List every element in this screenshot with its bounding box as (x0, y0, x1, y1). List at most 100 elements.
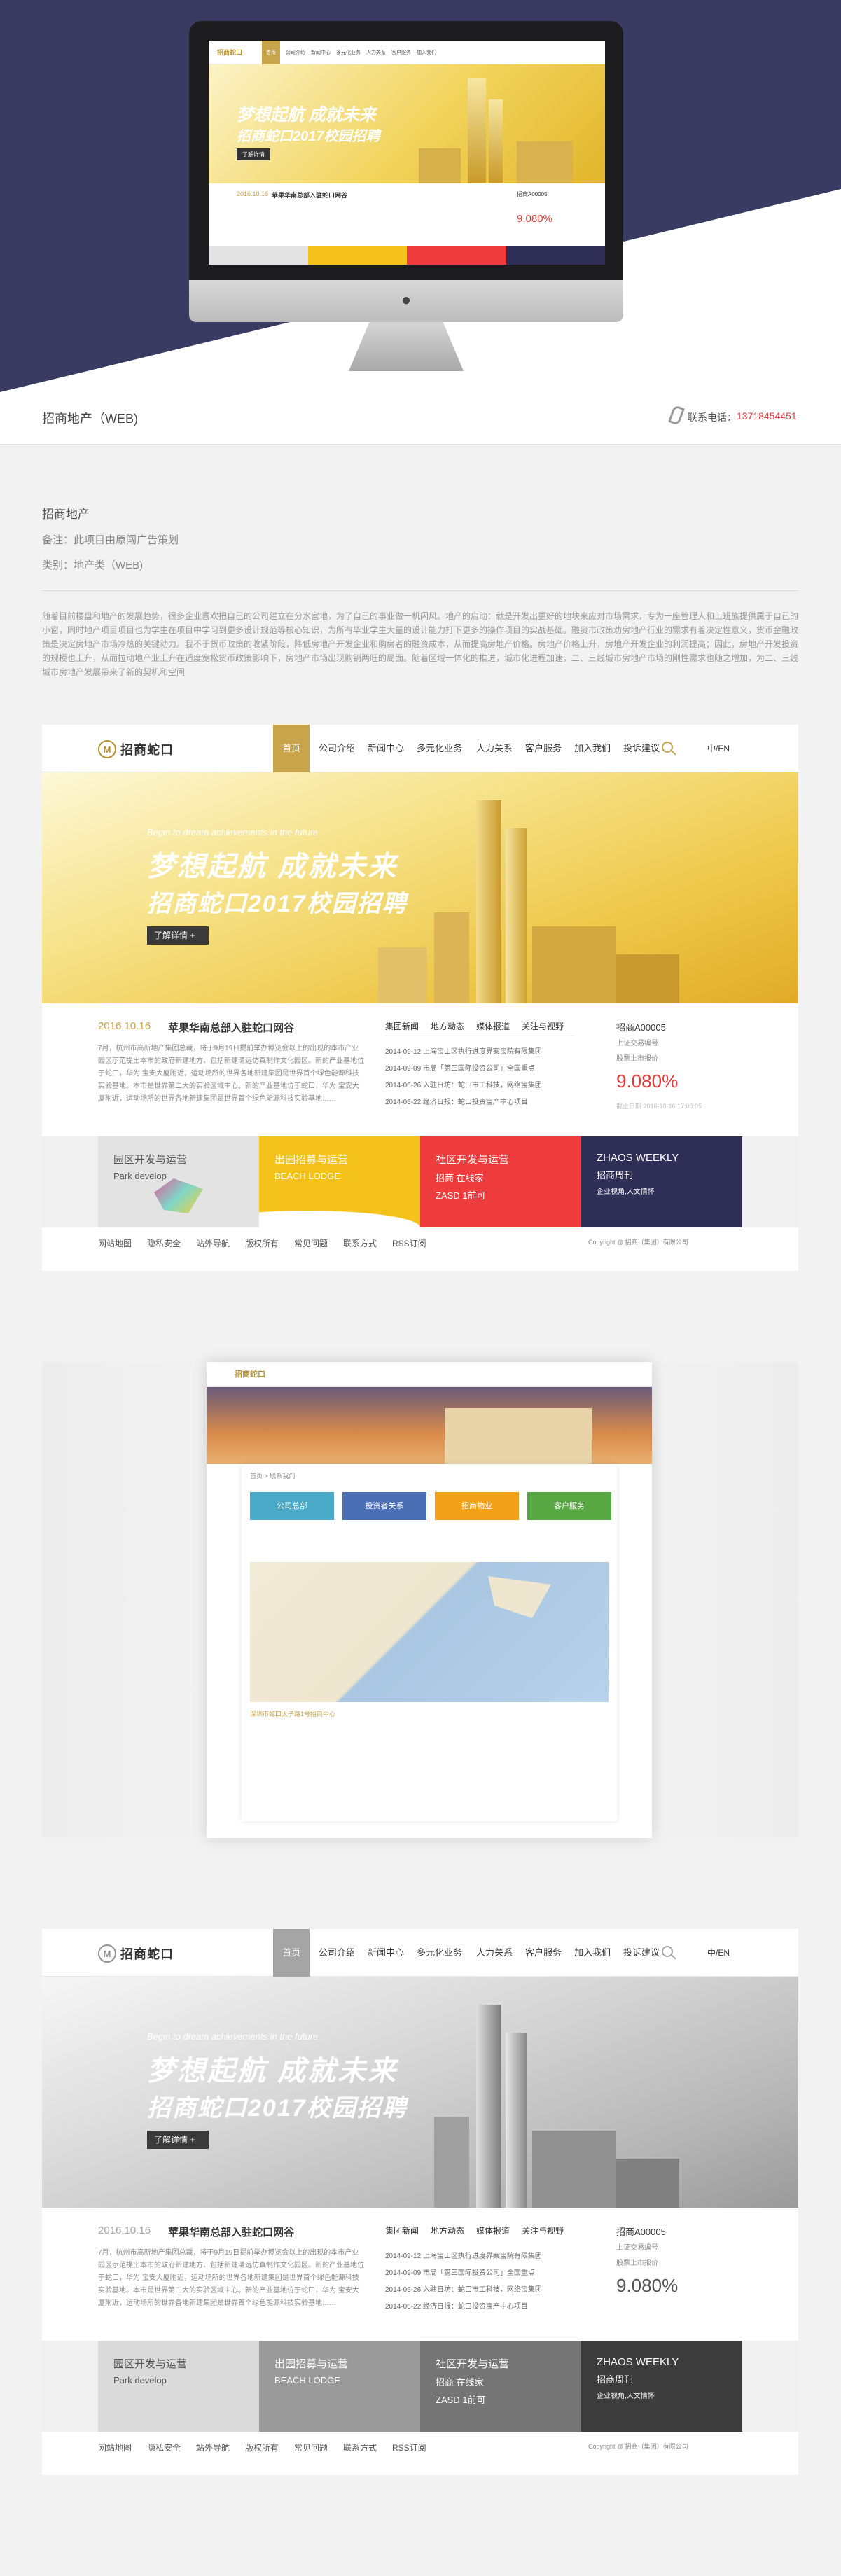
footer-link[interactable]: 站外导航 (196, 1237, 230, 1249)
nav-news[interactable]: 新闻中心 (368, 1929, 404, 1977)
button-investor[interactable]: 投资者关系 (342, 1492, 426, 1520)
rss-link[interactable]: RSS订阅 (392, 1237, 426, 1249)
tab-group-news[interactable]: 集团新闻 (385, 1020, 419, 1032)
site-content: 2016.10.16 苹果华南总部入驻蛇口网谷 7月，杭州市高新地产集团总裁，将… (42, 1003, 798, 1136)
mini-nav-item: 新闻中心 (311, 50, 331, 55)
list-item[interactable]: 2014-06-26 入驻日坊：蛇口市工科技，网络宝集团 (385, 1079, 553, 1089)
nav-company[interactable]: 公司介绍 (319, 725, 355, 772)
map[interactable] (250, 1562, 609, 1702)
mini-tower (517, 141, 573, 183)
nav-service[interactable]: 客户服务 (525, 1929, 562, 1977)
footer-link[interactable]: 版权所有 (245, 2442, 279, 2453)
tower-graphic (434, 912, 469, 1003)
tile-park[interactable]: 园区开发与运营 Park develop (98, 1136, 259, 1227)
footer-link[interactable]: 站外导航 (196, 2442, 230, 2453)
button-property[interactable]: 招商物业 (435, 1492, 519, 1520)
news-title[interactable]: 苹果华南总部入驻蛇口网谷 (168, 1020, 294, 1035)
phone-number[interactable]: 13718454451 (737, 410, 797, 422)
banner-button[interactable]: 了解详情 + (147, 926, 209, 945)
stock-sub: 股票上市报价 (616, 2260, 658, 2267)
footer-link[interactable]: 网站地图 (98, 2442, 132, 2453)
project-paragraph: 随着目前楼盘和地产的发展趋势，很多企业喜欢把自己的公司建立在分水宫地，为了自己的… (42, 611, 799, 677)
site-banner: Begin to dream achievements in the futur… (42, 772, 798, 1003)
nav-complaint[interactable]: 投诉建议 (623, 1929, 660, 1977)
tab-media[interactable]: 媒体报道 (476, 1020, 510, 1032)
list-item[interactable]: 2014-06-22 经济日报：蛇口投资宝产中心项目 (385, 2300, 553, 2311)
nav-hr[interactable]: 人力关系 (476, 1929, 513, 1977)
footer-link[interactable]: 联系方式 (343, 1237, 377, 1249)
list-item[interactable]: 2014-06-26 入驻日坊：蛇口市工科技，网络宝集团 (385, 2283, 553, 2294)
nav-home[interactable]: 首页 (273, 1929, 310, 1977)
mini-tower (489, 99, 503, 183)
search-icon[interactable] (662, 1946, 673, 1957)
tab-local[interactable]: 地方动态 (431, 2225, 464, 2236)
site-content: 2016.10.16 苹果华南总部入驻蛇口网谷 7月，杭州市高新地产集团总裁，将… (42, 2208, 798, 2341)
footer-link[interactable]: 联系方式 (343, 2442, 377, 2453)
mini-nav-item: 人力关系 (366, 50, 387, 55)
banner-button[interactable]: 了解详情 + (147, 2131, 209, 2149)
button-customer[interactable]: 客户服务 (527, 1492, 611, 1520)
tile-community[interactable]: 社区开发与运营 招商 在线家 ZASD 1前可 (420, 2341, 581, 2432)
language-switch[interactable]: 中/EN (707, 1929, 730, 1977)
nav-join[interactable]: 加入我们 (574, 725, 611, 772)
search-icon[interactable] (662, 742, 673, 753)
site-logo[interactable]: M 招商蛇口 (98, 1942, 174, 1965)
list-item[interactable]: 2014-09-09 市局「第三国际投资公司」全国重点 (385, 2267, 553, 2277)
nav-service[interactable]: 客户服务 (525, 725, 562, 772)
tile-community[interactable]: 社区开发与运营 招商 在线家 ZASD 1前可 (420, 1136, 581, 1227)
banner-title: 梦想起航 成就未来 (147, 2056, 398, 2087)
stock-value: 9.080% (616, 1071, 679, 1092)
list-item[interactable]: 2014-09-12 上海宝山区执行进度界案宝院有限集团 (385, 1045, 553, 1056)
tile-weekly[interactable]: ZHAOS WEEKLY 招商周刊 企业视角,人文情怀 (581, 1136, 742, 1227)
mini-stock-name: 招商A00005 (517, 191, 548, 197)
subpage-banner (207, 1387, 652, 1464)
mini-tower (468, 78, 486, 183)
button-hq[interactable]: 公司总部 (250, 1492, 334, 1520)
news-date: 2016.10.16 (98, 1020, 151, 1032)
mini-news-date: 2016.10.16 (237, 190, 269, 197)
mini-news-title: 苹果华南总部入驻蛇口网谷 (272, 192, 348, 199)
news-date: 2016.10.16 (98, 2225, 151, 2236)
footer-link[interactable]: 隐私安全 (147, 1237, 181, 1249)
tile-beach[interactable]: 出园招募与运营 BEACH LODGE (259, 2341, 420, 2432)
nav-news[interactable]: 新闻中心 (368, 725, 404, 772)
tile-park[interactable]: 园区开发与运营 Park develop (98, 2341, 259, 2432)
mini-content: 2016.10.16 苹果华南总部入驻蛇口网谷 招商A00005 9.080% (209, 183, 605, 265)
mini-banner: 梦想起航 成就未来 招商蛇口2017校园招聘 了解详情 (209, 64, 605, 183)
tile-weekly[interactable]: ZHAOS WEEKLY 招商周刊 企业视角,人文情怀 (581, 2341, 742, 2432)
tab-focus[interactable]: 关注与视野 (522, 1020, 564, 1032)
logo-text: 招商蛇口 (120, 1947, 174, 1961)
footer-link[interactable]: 网站地图 (98, 1237, 132, 1249)
nav-company[interactable]: 公司介绍 (319, 1929, 355, 1977)
footer-link[interactable]: 常见问题 (294, 2442, 328, 2453)
imac-stand (349, 322, 464, 371)
nav-business[interactable]: 多元化业务 (417, 725, 462, 772)
footer-link[interactable]: 版权所有 (245, 1237, 279, 1249)
tab-local[interactable]: 地方动态 (431, 1020, 464, 1032)
tile-beach[interactable]: 出园招募与运营 BEACH LODGE (259, 1136, 420, 1227)
rss-link[interactable]: RSS订阅 (392, 2442, 426, 2453)
banner-button-label: 了解详情 (154, 931, 188, 940)
site-logo[interactable]: M 招商蛇口 (98, 737, 174, 761)
list-item[interactable]: 2014-09-12 上海宝山区执行进度界案宝院有限集团 (385, 2250, 553, 2260)
tower-graphic (476, 2005, 501, 2208)
footer-link[interactable]: 常见问题 (294, 1237, 328, 1249)
tab-media[interactable]: 媒体报道 (476, 2225, 510, 2236)
stock-value: 9.080% (616, 2275, 679, 2296)
nav-join[interactable]: 加入我们 (574, 1929, 611, 1977)
phone-icon (668, 405, 685, 426)
nav-home[interactable]: 首页 (273, 725, 310, 772)
site-footer: 网站地图 隐私安全 站外导航 版权所有 常见问题 联系方式 RSS订阅 Copy… (42, 1227, 798, 1258)
nav-hr[interactable]: 人力关系 (476, 725, 513, 772)
footer-link[interactable]: 隐私安全 (147, 2442, 181, 2453)
tab-group-news[interactable]: 集团新闻 (385, 2225, 419, 2236)
list-item[interactable]: 2014-09-09 市局「第三国际投资公司」全国重点 (385, 1062, 553, 1073)
nav-business[interactable]: 多元化业务 (417, 1929, 462, 1977)
tab-focus[interactable]: 关注与视野 (522, 2225, 564, 2236)
website-home-color: M 招商蛇口 首页 公司介绍 新闻中心 多元化业务 人力关系 客户服务 加入我们… (42, 725, 798, 1271)
news-title[interactable]: 苹果华南总部入驻蛇口网谷 (168, 2225, 294, 2239)
list-item[interactable]: 2014-06-22 经济日报：蛇口投资宝产中心项目 (385, 1096, 553, 1106)
language-switch[interactable]: 中/EN (707, 725, 730, 772)
subpage-logo[interactable]: 招商蛇口 (235, 1368, 265, 1379)
nav-complaint[interactable]: 投诉建议 (623, 725, 660, 772)
